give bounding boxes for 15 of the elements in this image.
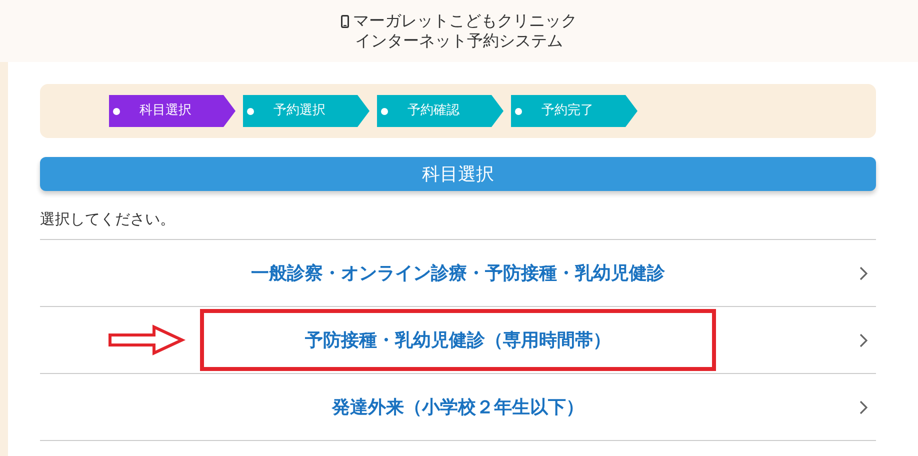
phone-icon	[341, 14, 349, 28]
instruction-text: 選択してください。	[40, 209, 176, 229]
department-label: 発達外来（小学校２年生以下）	[332, 396, 584, 420]
department-item[interactable]: 発達外来（小学校２年生以下）	[40, 374, 876, 441]
section-title: 科目選択	[40, 157, 876, 191]
arrow-right-icon	[108, 324, 186, 356]
department-label: 予防接種・乳幼児健診（専用時間帯）	[305, 328, 611, 352]
department-item[interactable]: 一般診察・オンライン診療・予防接種・乳幼児健診	[40, 240, 876, 307]
system-name: インターネット予約システム	[355, 31, 563, 51]
chevron-right-icon	[859, 266, 868, 281]
department-label: 一般診察・オンライン診療・予防接種・乳幼児健診	[251, 262, 665, 286]
chevron-right-icon	[859, 400, 868, 415]
department-item[interactable]: 予防接種・乳幼児健診（専用時間帯）	[40, 307, 876, 374]
chevron-right-icon	[859, 333, 868, 348]
clinic-name: マーガレットこどもクリニック	[353, 11, 577, 31]
